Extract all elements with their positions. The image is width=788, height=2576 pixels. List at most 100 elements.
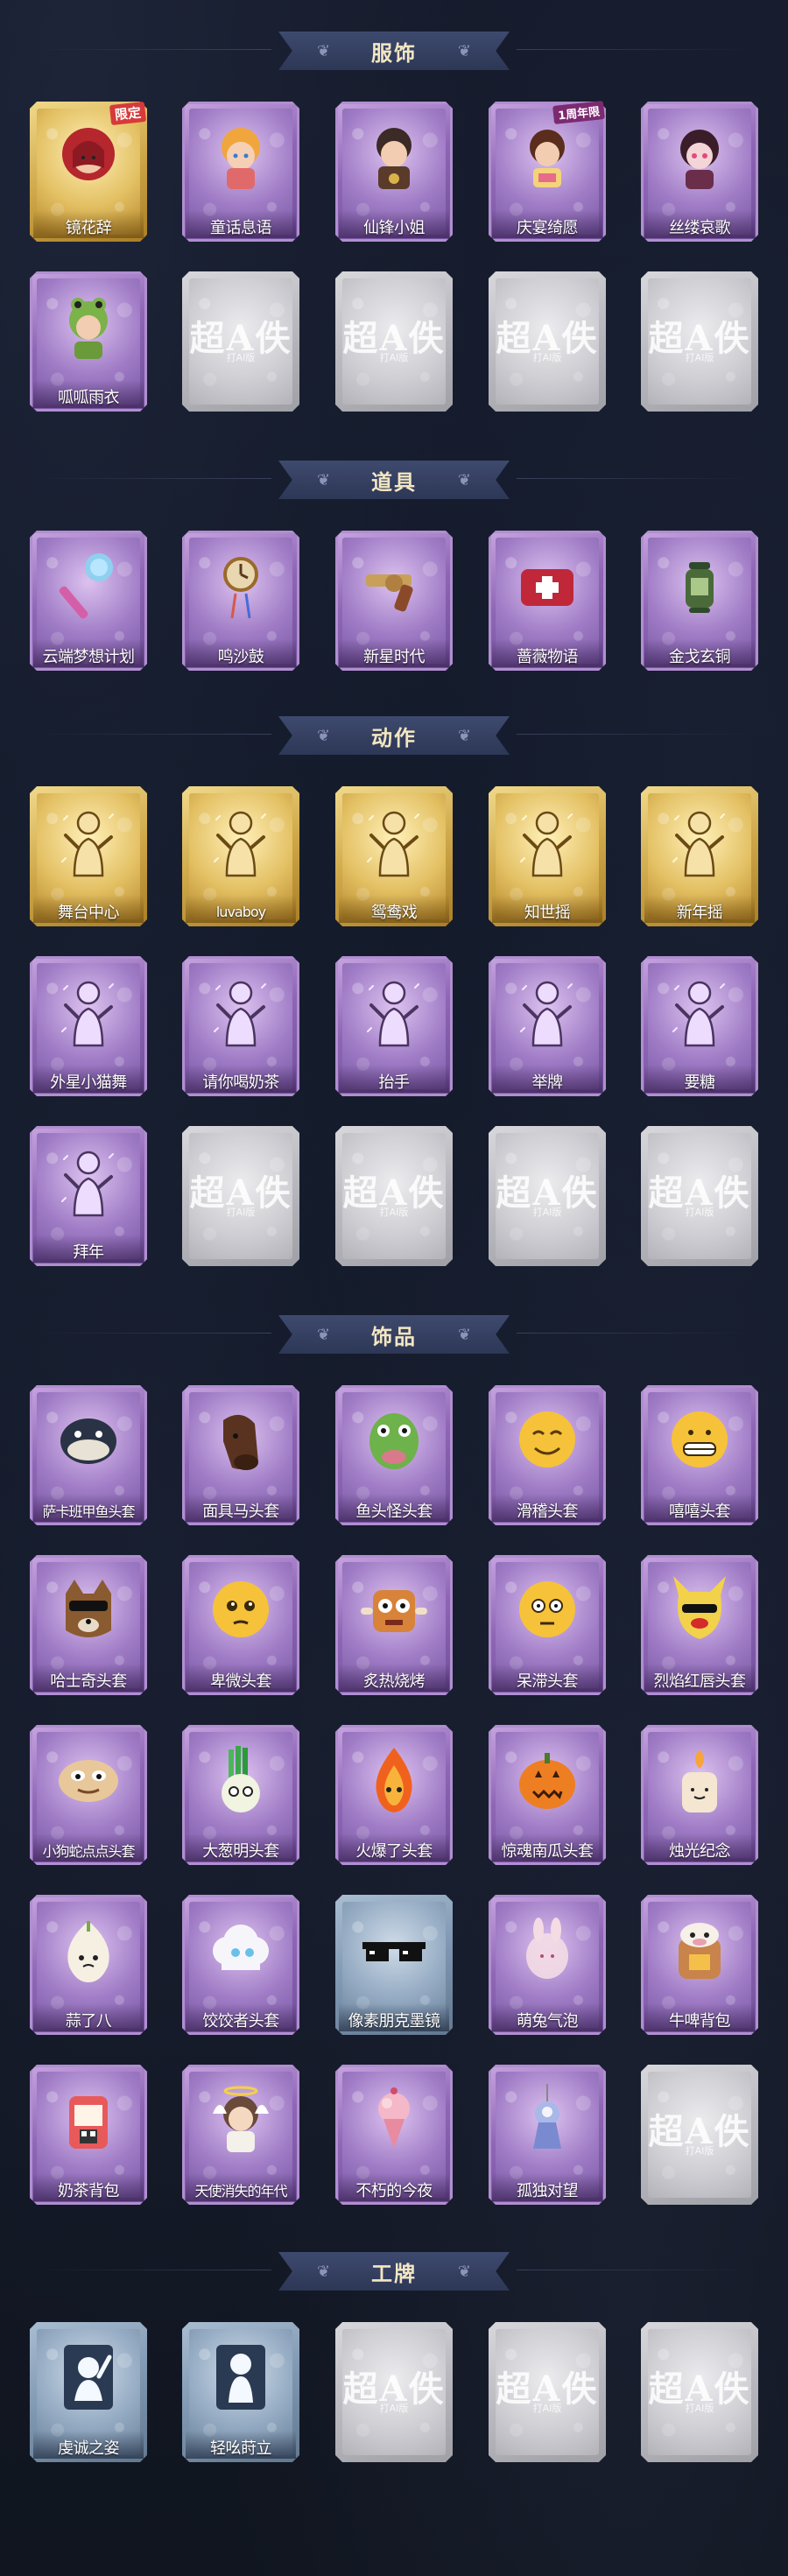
ornament-swirl-icon: ❦ [317,2263,331,2281]
section-title: 服饰 [371,40,417,66]
item-card[interactable]: 惊魂南瓜头套 [489,1725,606,1865]
item-card[interactable]: 滑稽头套 [489,1385,606,1525]
item-card[interactable]: 呱呱雨衣 [30,271,147,412]
item-card[interactable]: 舞台中心 [30,786,147,926]
item-card[interactable]: 虔诚之姿 [30,2322,147,2462]
item-name: 蒜了八 [65,2012,112,2031]
item-card[interactable]: 抬手 [335,956,453,1096]
microphone-wand-icon [48,545,129,625]
section-banner: ❦ 道具 ❦ [278,461,510,499]
placeholder-sub-text: 打AI版 [532,2403,562,2414]
ornament-swirl-icon: ❦ [317,727,331,745]
item-name: 火爆了头套 [355,1842,433,1861]
item-card[interactable]: 丝缕哀歌 [641,102,758,242]
item-card[interactable]: 蔷薇物语 [489,531,606,671]
item-card[interactable]: 仙锋小姐 [335,102,453,242]
item-name: 萌兔气泡 [517,2012,579,2031]
locked-item-card[interactable]: 超A佚 打AI版 [182,271,299,412]
item-card[interactable]: 萨卡班甲鱼头套 [30,1385,147,1525]
item-card[interactable]: 镜花辞 限定 [30,101,147,242]
item-card[interactable]: 饺饺者头套 [182,1895,299,2035]
item-name: 新年摇 [676,904,723,922]
item-name: 天使消失的年代 [194,2183,287,2199]
locked-item-card[interactable]: 超A佚 打AI版 [489,271,606,412]
item-card[interactable]: 不朽的今夜 [335,2065,453,2205]
placeholder-sub-text: 打AI版 [226,352,256,363]
locked-item-card[interactable]: 超A佚 打AI版 [641,271,758,412]
item-name: 新星时代 [363,648,426,666]
pose-milk-tea-icon [201,970,281,1051]
item-card[interactable]: 知世摇 [489,786,606,926]
pose-luvaboy-icon [201,800,281,881]
lonely-pendant-icon [507,2079,587,2159]
item-card[interactable]: 新星时代 [335,531,453,671]
grin-emoji-mask-icon [659,1399,740,1480]
item-card[interactable]: 拜年 [30,1126,147,1266]
item-name: 鸳鸯戏 [370,904,418,922]
item-card[interactable]: 炙热烧烤 [335,1555,453,1695]
item-card[interactable]: 奶茶背包 [30,2065,147,2205]
locked-item-card[interactable]: 超A佚 打AI版 [641,2065,758,2205]
section-banner: ❦ 饰品 ❦ [278,1315,510,1354]
item-card[interactable]: 天使消失的年代 [182,2065,299,2205]
item-card[interactable]: 轻吆莳立 [182,2322,299,2462]
pose-stage-center-icon [48,800,129,881]
lantern-icon [659,545,740,625]
item-card[interactable]: 呆滞头套 [489,1555,606,1695]
locked-item-card[interactable]: 超A佚 打AI版 [182,1126,299,1266]
item-card[interactable]: 烈焰红唇头套 [641,1555,758,1695]
item-card[interactable]: 大葱明头套 [182,1725,299,1865]
badge-stand-icon [201,2336,281,2417]
item-card[interactable]: 请你喝奶茶 [182,956,299,1096]
item-card[interactable]: 庆宴绮愿 1周年限 [489,101,606,242]
item-card[interactable]: 新年摇 [641,786,758,926]
item-card[interactable]: 牛啤背包 [641,1895,758,2035]
header-divider-left [35,1333,271,1334]
item-name: 惊魂南瓜头套 [501,1842,595,1861]
locked-item-card[interactable]: 超A佚 打AI版 [335,1126,453,1266]
locked-item-card[interactable]: 超A佚 打AI版 [335,271,453,412]
item-card[interactable]: 萌兔气泡 [489,1895,606,2035]
item-card[interactable]: 孤独对望 [489,2065,606,2205]
item-card[interactable]: 烛光纪念 [641,1725,758,1865]
locked-item-card[interactable]: 超A佚 打AI版 [641,1126,758,1266]
revolver-icon [354,545,434,625]
item-name: 不朽的今夜 [355,2182,433,2200]
item-card[interactable]: 童话息语 [182,102,299,242]
header-divider-right [517,1333,753,1334]
cow-beer-backpack-icon [659,1909,740,1989]
locked-item-card[interactable]: 超A佚 打AI版 [489,1126,606,1266]
header-divider-left [35,478,271,479]
item-name: 萨卡班甲鱼头套 [42,1503,135,1520]
section-header: ❦ 动作 ❦ [0,711,788,757]
item-card[interactable]: 卑微头套 [182,1555,299,1695]
locked-item-card[interactable]: 超A佚 打AI版 [335,2322,453,2462]
item-card[interactable]: 火爆了头套 [335,1725,453,1865]
item-card[interactable]: 要糖 [641,956,758,1096]
pose-ask-candy-icon [659,970,740,1051]
placeholder-sub-text: 打AI版 [685,1207,714,1218]
item-card[interactable]: 举牌 [489,956,606,1096]
item-name: 镜花辞 [65,219,112,237]
header-divider-left [35,734,271,735]
item-card[interactable]: 蒜了八 [30,1895,147,2035]
item-card[interactable]: 金戈玄铜 [641,531,758,671]
item-card[interactable]: 哈士奇头套 [30,1555,147,1695]
item-card[interactable]: 云端梦想计划 [30,531,147,671]
fish-head-mask-icon [48,1399,129,1480]
item-card[interactable]: luvaboy [182,786,299,926]
item-card[interactable]: 外星小猫舞 [30,956,147,1096]
item-card[interactable]: 像素朋克墨镜 [335,1895,453,2035]
item-card[interactable]: 鸳鸯戏 [335,786,453,926]
locked-item-card[interactable]: 超A佚 打AI版 [489,2322,606,2462]
costume-red-hood-icon [48,116,129,196]
item-card[interactable]: 面具马头套 [182,1385,299,1525]
item-name: 鸣沙鼓 [217,648,264,666]
item-card[interactable]: 鱼头怪头套 [335,1385,453,1525]
locked-item-card[interactable]: 超A佚 打AI版 [641,2322,758,2462]
item-card[interactable]: 小狗蛇点点头套 [30,1725,147,1865]
fire-mask-icon [354,1739,434,1819]
item-card[interactable]: 嘻嘻头套 [641,1385,758,1525]
item-card[interactable]: 鸣沙鼓 [182,531,299,671]
item-name: 知世摇 [524,904,571,922]
